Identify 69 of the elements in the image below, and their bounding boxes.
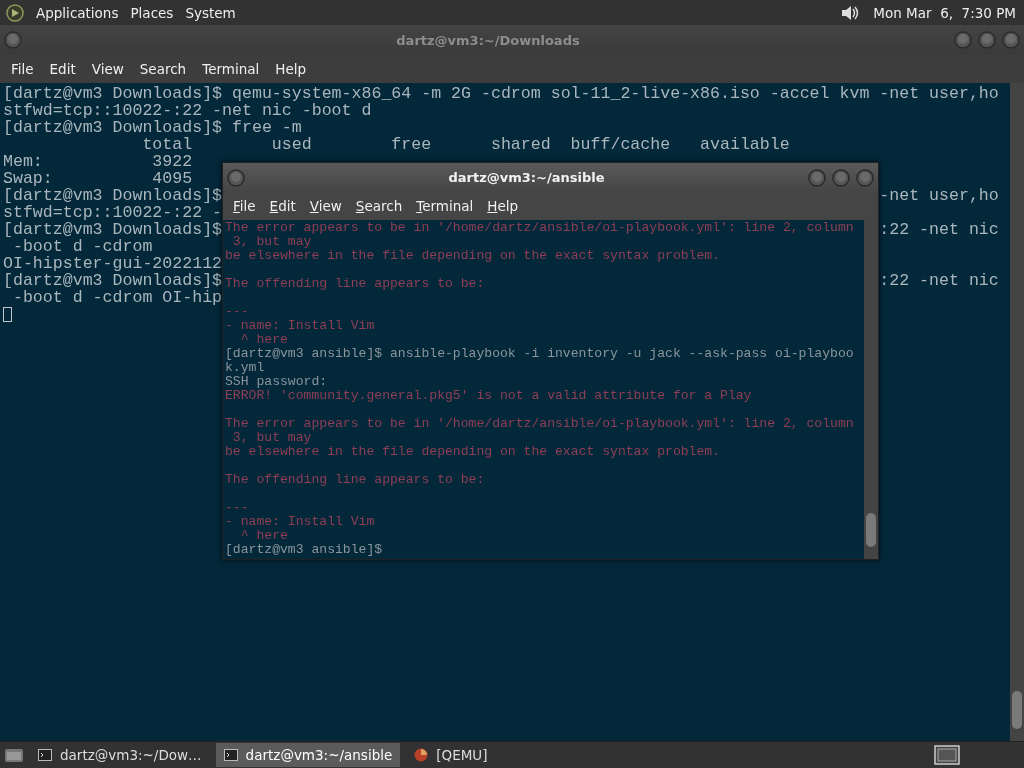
- menu-item[interactable]: Help: [480, 196, 526, 216]
- terminal-line: [dartz@vm3 Downloads]$ qemu-system-x86_64 -m 2G -cdrom sol-11_2-live-x86.iso -accel kvm -net user,ho: [3, 85, 999, 102]
- terminal-line: :22 -net nic: [879, 221, 999, 238]
- terminal-line: Swap: 4095: [3, 170, 193, 187]
- terminal-line: be elsewhere in the file depending on the exact syntax problem.: [225, 249, 721, 263]
- terminal-line: ---: [225, 501, 249, 515]
- window-menu-button[interactable]: [227, 168, 245, 187]
- terminal-line: k.yml: [225, 361, 265, 375]
- menu-item[interactable]: Edit: [41, 59, 84, 79]
- minimize-button[interactable]: [954, 31, 972, 49]
- taskbar-button[interactable]: [QEMU]: [406, 743, 496, 767]
- menu-item[interactable]: File: [226, 196, 263, 216]
- menu-item[interactable]: Search: [348, 196, 410, 216]
- app-icon: [414, 748, 429, 762]
- terminal-line: -boot d -cdrom: [11, 238, 153, 255]
- terminal-line: -boot d -cdrom OI-hip: [11, 289, 223, 306]
- menu-item[interactable]: Help: [267, 59, 315, 79]
- terminal-line: ERROR! 'community.general.pkg5' is not a valid attribute for a Play: [225, 389, 752, 403]
- workspace-switcher-icon[interactable]: [934, 745, 960, 765]
- maximize-button[interactable]: [978, 31, 996, 49]
- window-menu-button[interactable]: [4, 31, 22, 49]
- terminal-line: OI-hipster-gui-2022112: [3, 255, 223, 272]
- close-button[interactable]: [856, 168, 874, 187]
- terminal-line: 3, but may: [231, 235, 312, 249]
- menu-item[interactable]: View: [83, 59, 132, 79]
- taskbar-button[interactable]: dartz@vm3:~/ansible: [215, 743, 401, 767]
- clock[interactable]: Mon Mar 6, 7:30 PM: [873, 4, 1016, 21]
- terminal-line: [dartz@vm3 Downloads]$: [3, 221, 223, 238]
- terminal-line: [dartz@vm3 ansible]$ ansible-playbook -i inventory -u jack --ask-pass oi-playboo: [225, 347, 854, 361]
- terminal-line: [dartz@vm3 Downloads]$ free -m: [3, 119, 302, 136]
- minimize-button[interactable]: [808, 168, 826, 187]
- menu-item[interactable]: Terminal: [409, 196, 481, 216]
- panel-menu[interactable]: Applications: [36, 4, 119, 21]
- terminal-line: ---: [225, 305, 249, 319]
- menu-item[interactable]: File: [3, 59, 42, 79]
- show-desktop-icon[interactable]: [4, 746, 24, 764]
- terminal-line: Mem: 3922: [3, 153, 193, 170]
- terminal-line: :22 -net nic: [879, 272, 999, 289]
- terminal-line: [dartz@vm3 ansible]$: [225, 543, 383, 557]
- window-title: dartz@vm3:~/ansible: [447, 170, 606, 185]
- terminal-line: [dartz@vm3 Downloads]$: [3, 272, 223, 289]
- menu-item[interactable]: Edit: [262, 196, 303, 216]
- terminal-line: - name: Install Vim: [225, 319, 375, 333]
- maximize-button[interactable]: [832, 168, 850, 187]
- terminal-line: stfwd=tcp::10022-:22 -: [3, 204, 223, 221]
- terminal-line: ^ here: [239, 333, 288, 347]
- terminal-line: The error appears to be in '/home/dartz/ansible/oi-playbook.yml': line 2, column: [225, 417, 854, 431]
- terminal-line: - name: Install Vim: [225, 515, 375, 529]
- terminal-line: SSH password:: [225, 375, 328, 389]
- terminal-line: The offending line appears to be:: [225, 277, 485, 291]
- menu-item[interactable]: View: [302, 196, 349, 216]
- terminal-line: 3, but may: [231, 431, 312, 445]
- close-button[interactable]: [1002, 31, 1020, 49]
- terminal-line: ^ here: [239, 529, 288, 543]
- menu-item[interactable]: Search: [131, 59, 195, 79]
- panel-menu[interactable]: Places: [130, 4, 174, 21]
- menu-item[interactable]: Terminal: [194, 59, 268, 79]
- terminal-icon: [223, 749, 238, 761]
- taskbar-button[interactable]: dartz@vm3:~/Dow…: [30, 743, 210, 767]
- terminal-line: be elsewhere in the file depending on the exact syntax problem.: [225, 445, 721, 459]
- terminal-line: total used free shared buff/cache available: [141, 136, 790, 153]
- terminal-icon: [38, 749, 52, 761]
- terminal-line: stfwd=tcp::10022-:22 -net nic -boot d: [3, 102, 372, 119]
- panel-menu[interactable]: System: [185, 4, 236, 21]
- terminal-line: -net user,ho: [879, 187, 999, 204]
- terminal-line: The offending line appears to be:: [225, 473, 485, 487]
- terminal-line: [dartz@vm3 Downloads]$: [3, 187, 223, 204]
- window-title: dartz@vm3:~/Downloads: [395, 32, 581, 48]
- terminal-line: The error appears to be in '/home/dartz/ansible/oi-playbook.yml': line 2, column: [225, 221, 854, 235]
